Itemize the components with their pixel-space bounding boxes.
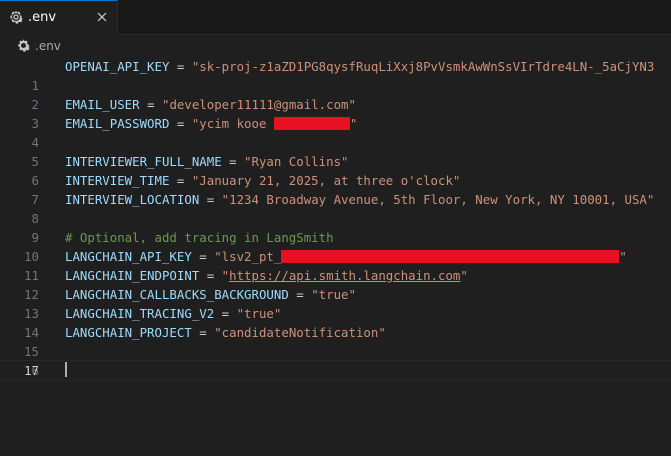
gear-icon bbox=[18, 39, 30, 52]
code-line[interactable]: 2 bbox=[0, 76, 671, 112]
equals-sign: = bbox=[199, 192, 222, 207]
env-key: LANGCHAIN_ENDPOINT bbox=[65, 268, 200, 283]
env-value: "ycim kooe bbox=[191, 116, 274, 131]
code-line[interactable]: 9 bbox=[0, 209, 671, 245]
env-key: OPENAI_API_KEY bbox=[65, 59, 170, 74]
close-icon[interactable] bbox=[95, 10, 109, 24]
env-key: EMAIL_USER bbox=[65, 97, 140, 112]
code-line[interactable]: 6 INTERVIEWER_FULL_NAME = "Ryan Collins" bbox=[0, 152, 671, 188]
code-line-current[interactable]: 17 bbox=[0, 360, 671, 381]
equals-sign: = bbox=[139, 97, 162, 112]
env-key: LANGCHAIN_CALLBACKS_BACKGROUND bbox=[65, 287, 289, 302]
env-key: EMAIL_PASSWORD bbox=[65, 116, 170, 131]
env-key: INTERVIEWER_FULL_NAME bbox=[65, 154, 222, 169]
env-value: "Ryan Collins" bbox=[244, 154, 349, 169]
code-line[interactable]: 5 bbox=[0, 133, 671, 169]
equals-sign: = bbox=[199, 268, 222, 283]
code-line[interactable]: 7 INTERVIEW_TIME = "January 21, 2025, at… bbox=[0, 171, 671, 207]
env-value-end: " bbox=[460, 268, 468, 283]
breadcrumb: .env bbox=[0, 35, 671, 57]
gear-icon bbox=[10, 10, 23, 24]
equals-sign: = bbox=[169, 173, 192, 188]
breadcrumb-file[interactable]: .env bbox=[35, 39, 61, 53]
code-line[interactable]: 11 LANGCHAIN_API_KEY = "lsv2_pt_ " bbox=[0, 247, 671, 283]
env-value-end: " bbox=[349, 116, 358, 131]
equals-sign: = bbox=[191, 325, 215, 340]
equals-sign: = bbox=[191, 249, 215, 264]
code-line[interactable]: 16 bbox=[0, 342, 671, 378]
env-value: "January 21, 2025, at three o'clock" bbox=[191, 173, 461, 188]
env-key: LANGCHAIN_API_KEY bbox=[65, 249, 192, 264]
env-value: "1234 Broadway Avenue, 5th Floor, New Yo… bbox=[221, 192, 655, 207]
env-value: "developer11111@gmail.com" bbox=[162, 97, 356, 112]
equals-sign: = bbox=[221, 154, 245, 169]
env-key: INTERVIEW_TIME bbox=[65, 173, 170, 188]
tab-env[interactable]: .env bbox=[0, 0, 118, 35]
code-line[interactable]: 15 LANGCHAIN_PROJECT = "candidateNotific… bbox=[0, 323, 671, 359]
env-value-end: " bbox=[619, 249, 627, 264]
comment: # Optional, add tracing in LangSmith bbox=[65, 230, 334, 245]
equals-sign: = bbox=[214, 306, 237, 321]
code-line[interactable]: 13 LANGCHAIN_CALLBACKS_BACKGROUND = "tru… bbox=[0, 285, 671, 321]
code-line[interactable]: 10 # Optional, add tracing in LangSmith bbox=[0, 228, 671, 264]
env-value: "true" bbox=[236, 306, 282, 321]
code-editor[interactable]: 1 OPENAI_API_KEY = "sk-proj-z1aZD1PG8qys… bbox=[0, 57, 671, 456]
env-value: "candidateNotification" bbox=[214, 325, 386, 340]
endpoint-link[interactable]: https://api.smith.langchain.com bbox=[229, 268, 460, 283]
code-line[interactable]: 4 EMAIL_PASSWORD = "ycim kooe " bbox=[0, 114, 671, 150]
text-cursor bbox=[65, 362, 67, 377]
equals-sign: = bbox=[169, 59, 192, 74]
env-key: LANGCHAIN_TRACING_V2 bbox=[65, 306, 215, 321]
editor-tab-bar: .env bbox=[0, 0, 671, 35]
env-value: "true" bbox=[311, 287, 356, 302]
redaction-box bbox=[281, 250, 620, 263]
code-line[interactable]: 1 OPENAI_API_KEY = "sk-proj-z1aZD1PG8qys… bbox=[0, 57, 671, 93]
equals-sign: = bbox=[288, 287, 312, 302]
env-key: INTERVIEW_LOCATION bbox=[65, 192, 200, 207]
code-line[interactable]: 8 INTERVIEW_LOCATION = "1234 Broadway Av… bbox=[0, 190, 671, 226]
env-value: "lsv2_pt_ bbox=[214, 249, 282, 264]
equals-sign: = bbox=[169, 116, 192, 131]
redaction-box bbox=[273, 117, 350, 130]
code-line[interactable]: 12 LANGCHAIN_ENDPOINT = "https://api.smi… bbox=[0, 266, 671, 302]
line-number: 17 bbox=[24, 363, 39, 378]
code-line[interactable]: 14 LANGCHAIN_TRACING_V2 = "true" bbox=[0, 304, 671, 340]
env-value: "sk-proj-z1aZD1PG8qysfRuqLiXxj8PvVsmkAwW… bbox=[191, 59, 655, 74]
tab-label: .env bbox=[28, 10, 57, 25]
code-line[interactable]: 3 EMAIL_USER = "developer11111@gmail.com… bbox=[0, 95, 671, 131]
env-key: LANGCHAIN_PROJECT bbox=[65, 325, 192, 340]
